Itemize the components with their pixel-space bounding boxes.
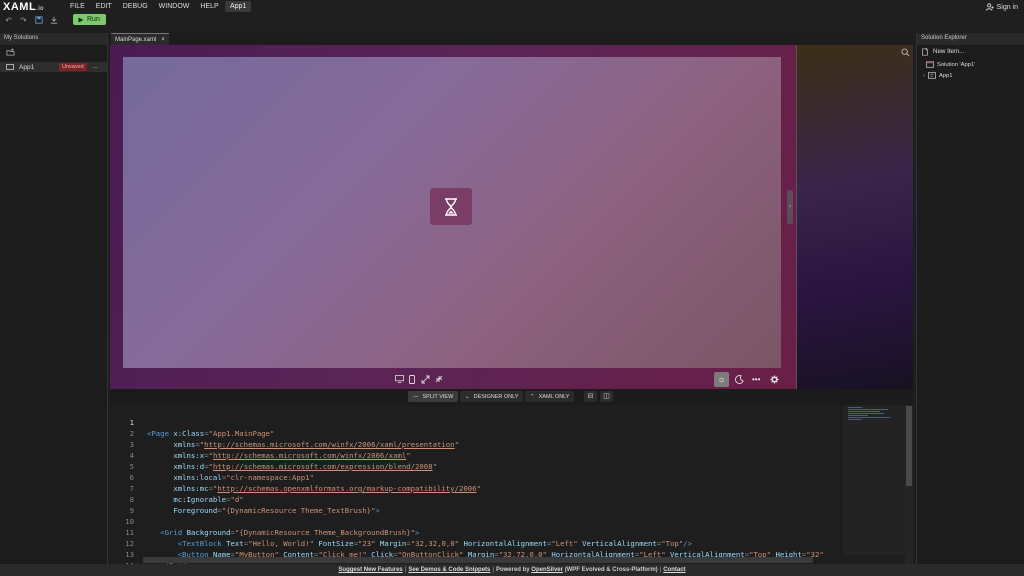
my-solutions-panel: My Solutions App1 Unsaved ... xyxy=(0,33,108,564)
split-view-button[interactable]: — SPLIT VIEW xyxy=(408,391,459,402)
solution-icon xyxy=(926,61,934,68)
solution-more-button[interactable]: ... xyxy=(93,64,98,70)
project-tab[interactable]: App1 xyxy=(225,1,252,12)
panel-title: My Solutions xyxy=(0,33,107,45)
run-label: Run xyxy=(87,16,100,23)
desktop-icon[interactable] xyxy=(395,375,404,385)
powered-by-text: Powered by OpenSilver (WPF Evolved & Cro… xyxy=(495,567,658,573)
menu-window[interactable]: WINDOW xyxy=(159,2,190,12)
loading-indicator xyxy=(430,188,472,225)
designer-only-button[interactable]: ⌄ DESIGNER ONLY xyxy=(460,391,524,402)
new-item-button[interactable]: New Item... xyxy=(917,46,1024,57)
code-line: 8 Foreground="{DynamicResource Theme_Tex… xyxy=(110,483,843,515)
solution-item[interactable]: App1 Unsaved ... xyxy=(0,62,107,72)
chevron-up-icon: ⌃ xyxy=(530,393,535,400)
suggest-features-link[interactable]: Suggest New Features xyxy=(338,567,402,573)
code-line: 1 <Page x:Class="App1.MainPage" xyxy=(110,406,843,438)
menu-edit[interactable]: EDIT xyxy=(96,2,112,12)
logo[interactable]: XAML.io xyxy=(3,1,44,13)
search-icon[interactable] xyxy=(901,48,910,59)
chevron-right-icon[interactable]: › xyxy=(923,73,925,79)
footer: Suggest New Features | See Demos & Code Sn… xyxy=(0,564,1024,576)
code-line: 13 </Grid> xyxy=(110,538,843,564)
add-solution-icon[interactable] xyxy=(6,48,15,58)
contact-link[interactable]: Contact xyxy=(663,567,685,573)
designer-only-label: DESIGNER ONLY xyxy=(473,393,519,400)
solution-node[interactable]: Solution 'App1' xyxy=(917,59,1024,70)
panel-title: Solution Explorer xyxy=(917,33,1024,45)
view-mode-bar: — SPLIT VIEW ⌄ DESIGNER ONLY ⌃ XAML ONLY… xyxy=(110,389,913,405)
splitter-handle[interactable]: › xyxy=(787,190,793,224)
top-bar: XAML.io FILE EDIT DEBUG WINDOW HELP App1… xyxy=(0,0,1024,30)
code-line: 9 xyxy=(110,494,843,515)
solution-label: Solution 'App1' xyxy=(937,61,976,68)
collapse-icon[interactable] xyxy=(435,375,443,385)
project-label: App1 xyxy=(938,72,953,79)
code-line: 5 xmlns:local="clr-namespace:App1" xyxy=(110,450,843,482)
code-line: 6 xmlns:mc="http://schemas.openxmlformat… xyxy=(110,461,843,493)
new-file-icon xyxy=(922,47,928,56)
preview-pane xyxy=(796,45,913,389)
hourglass-icon xyxy=(445,197,457,216)
chevron-down-icon: ⌄ xyxy=(465,393,470,400)
designer-toolbar: ☼ ••• xyxy=(110,371,796,389)
vertical-scrollbar[interactable] xyxy=(905,405,913,564)
opensilver-link[interactable]: OpenSilver xyxy=(531,567,563,573)
save-icon[interactable] xyxy=(34,16,43,25)
code-line: 10 <Grid Background="{DynamicResource Th… xyxy=(110,505,843,537)
close-icon[interactable]: × xyxy=(161,37,165,43)
download-icon[interactable] xyxy=(49,16,58,25)
new-item-label: New Item... xyxy=(933,48,965,55)
undo-icon[interactable]: ↶ xyxy=(4,16,13,25)
main-menu: FILE EDIT DEBUG WINDOW HELP xyxy=(70,2,230,12)
minus-icon: — xyxy=(413,393,419,400)
sun-icon[interactable]: ☼ xyxy=(714,372,729,387)
unsaved-badge: Unsaved xyxy=(59,63,87,71)
split-view-label: SPLIT VIEW xyxy=(422,393,454,400)
code-line: 11 <TextBlock Text="Hello, World!" FontS… xyxy=(110,516,843,548)
phone-icon[interactable] xyxy=(409,375,415,386)
xaml-only-button[interactable]: ⌃ XAML ONLY xyxy=(525,391,575,402)
play-icon xyxy=(78,17,84,22)
tab-label: MainPage.xaml xyxy=(115,37,157,43)
scroll-thumb[interactable] xyxy=(906,406,912,486)
toolbar: ↶ ↷ xyxy=(4,16,58,25)
solution-explorer-panel: Solution Explorer New Item... Solution '… xyxy=(916,33,1024,564)
gear-icon[interactable] xyxy=(770,375,779,386)
menu-debug[interactable]: DEBUG xyxy=(123,2,148,12)
signin-button[interactable]: Sign in xyxy=(985,3,1018,11)
editor-tab-bar: MainPage.xaml × xyxy=(110,33,913,45)
horizontal-scrollbar[interactable] xyxy=(143,557,813,563)
user-icon xyxy=(985,3,994,11)
menu-help[interactable]: HELP xyxy=(200,2,218,12)
more-icon[interactable]: ••• xyxy=(752,375,760,384)
menu-file[interactable]: FILE xyxy=(70,2,85,12)
code-minimap[interactable] xyxy=(843,405,905,555)
xaml-only-label: XAML ONLY xyxy=(538,393,570,400)
signin-label: Sign in xyxy=(996,3,1018,11)
project-node[interactable]: › App1 xyxy=(917,70,1024,81)
redo-icon[interactable]: ↷ xyxy=(19,16,28,25)
code-line: 4 xmlns:d="http://schemas.microsoft.com/… xyxy=(110,439,843,471)
project-icon xyxy=(927,72,936,79)
solution-icon xyxy=(6,64,14,70)
code-line: 7 mc:Ignorable="d" xyxy=(110,472,843,504)
horizontal-layout-icon[interactable]: ⊟ xyxy=(584,391,597,402)
vertical-layout-icon[interactable]: ◫ xyxy=(600,391,613,402)
code-line: 3 xmlns:x="http://schemas.microsoft.com/… xyxy=(110,428,843,460)
tab-mainpage[interactable]: MainPage.xaml × xyxy=(111,33,169,45)
run-button[interactable]: Run xyxy=(73,14,106,25)
code-line: 12 <Button Name="MyButton" Content="Clic… xyxy=(110,527,843,559)
moon-icon[interactable] xyxy=(735,375,744,386)
design-canvas[interactable] xyxy=(123,57,781,368)
xaml-code-editor[interactable]: 1 <Page x:Class="App1.MainPage" 2 xmlns=… xyxy=(110,405,913,564)
solution-name: App1 xyxy=(19,63,35,71)
expand-icon[interactable] xyxy=(421,375,430,386)
code-line: 2 xmlns="http://schemas.microsoft.com/wi… xyxy=(110,417,843,449)
designer-surface: ☼ ••• xyxy=(110,45,796,389)
demos-link[interactable]: See Demos & Code Snippets xyxy=(408,567,490,573)
